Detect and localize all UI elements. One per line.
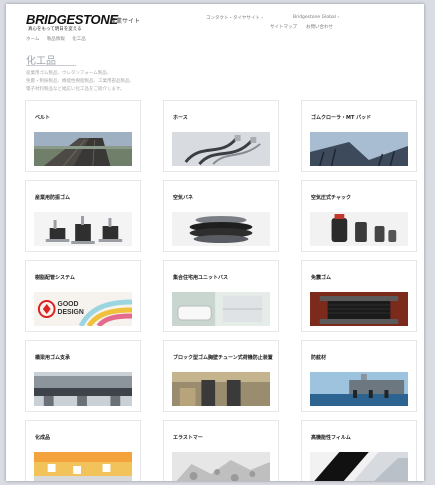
breadcrumb: ホーム 製品情報 化工品 (26, 36, 92, 42)
product-card-resin-piping[interactable]: 樹脂配管システム GOOD DESIGN (25, 260, 141, 332)
header-link-tire-site[interactable]: コンタクト・タイヤサイト › (206, 15, 263, 21)
product-card-label: 樹脂配管システム (35, 275, 75, 281)
product-card-label: エラストマー (173, 435, 203, 441)
breadcrumb-products[interactable]: 製品情報 (47, 37, 65, 42)
site-label: 産業サイト (110, 18, 141, 25)
brand-tagline: 真心をもって明日を変える (28, 27, 82, 32)
product-card-label: 産業用防振ゴム (35, 195, 71, 201)
conveyor-belt-image (34, 132, 132, 166)
page-intro: 産業用ゴム製品、ウレタンフォーム製品、 免震・制振製品、機能性樹脂製品、工業用部品… (26, 71, 134, 92)
resin-piping-image: GOOD DESIGN (34, 292, 132, 326)
block-rubber-fender-image (172, 372, 270, 406)
air-spring-image (172, 212, 270, 246)
header-link-sitemap[interactable]: サイトマップ (270, 24, 297, 30)
product-card-label: 橋梁用ゴム支承 (35, 355, 71, 361)
product-card-seismic-isolator[interactable]: 免震ゴム (301, 260, 417, 332)
product-card-label: 化成品 (35, 435, 51, 441)
product-card-label: 免震ゴム (311, 275, 332, 281)
product-card-label: 集合住宅用ユニットバス (173, 275, 229, 281)
breadcrumb-home[interactable]: ホーム (26, 37, 39, 42)
page: BRIDGESTONE 真心をもって明日を変える 産業サイト コンタクト・タイヤ… (6, 4, 424, 481)
anti-vibration-mounts-image (34, 212, 132, 246)
product-card-rubber-crawler[interactable]: ゴムクローラ・MT パッド (301, 100, 417, 172)
breadcrumb-current: 化工品 (72, 37, 86, 42)
product-card-label: ゴムクローラ・MT パッド (311, 115, 372, 121)
product-card-label: ベルト (35, 115, 51, 121)
product-card-unit-bath[interactable]: 集合住宅用ユニットバス (163, 260, 279, 332)
chemical-products-image (34, 452, 132, 481)
product-card-label: ブロック型ゴム胸壁チューン式荷機防止装置 (173, 355, 273, 361)
hose-image (172, 132, 270, 166)
rubber-crawler-image (310, 132, 408, 166)
product-card-conveyor-belt[interactable]: ベルト (25, 100, 141, 172)
product-card-chemical-products[interactable]: 化成品 (25, 420, 141, 481)
header-link-global[interactable]: Bridgestone Global › (293, 15, 339, 20)
functional-film-image (310, 452, 408, 481)
bridgestone-logo[interactable]: BRIDGESTONE (26, 12, 118, 27)
product-card-label: 防舷材 (311, 355, 327, 361)
product-card-functional-film[interactable]: 高機能性フィルム (301, 420, 417, 481)
product-card-label: 高機能性フィルム (311, 435, 351, 441)
product-card-block-rubber-fender[interactable]: ブロック型ゴム胸壁チューン式荷機防止装置 (163, 340, 279, 412)
product-card-marine-fender[interactable]: 防舷材 (301, 340, 417, 412)
product-card-label: 空気バネ (173, 195, 194, 201)
pneumatic-chuck-image (310, 212, 408, 246)
product-card-label: 空気圧式チャック (311, 195, 351, 201)
good-design-mark-text: GOOD (58, 301, 79, 308)
product-card-hose[interactable]: ホース (163, 100, 279, 172)
title-divider (26, 65, 76, 66)
product-card-anti-vibration-mounts[interactable]: 産業用防振ゴム (25, 180, 141, 252)
product-card-air-spring[interactable]: 空気バネ (163, 180, 279, 252)
seismic-isolator-image (310, 292, 408, 326)
elastomer-image (172, 452, 270, 481)
good-design-mark-text: DESIGN (58, 309, 84, 316)
product-card-bridge-bearing[interactable]: 橋梁用ゴム支承 (25, 340, 141, 412)
product-card-pneumatic-chuck[interactable]: 空気圧式チャック (301, 180, 417, 252)
product-card-elastomer[interactable]: エラストマー (163, 420, 279, 481)
header-link-contact[interactable]: お問い合わせ (306, 24, 333, 30)
product-card-label: ホース (173, 115, 188, 121)
marine-fender-image (310, 372, 408, 406)
unit-bath-image (172, 292, 270, 326)
bridge-bearing-image (34, 372, 132, 406)
